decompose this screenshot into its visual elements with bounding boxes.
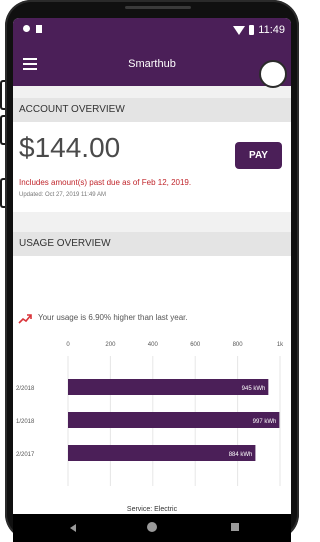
service-label: Service: Electric	[126, 506, 178, 513]
recent-apps-icon[interactable]	[231, 523, 239, 531]
trend-up-icon	[18, 314, 32, 324]
usage-card: Your usage is 6.90% higher than last yea…	[13, 256, 291, 514]
category-label: 1/2018	[16, 419, 35, 425]
x-tick-label: 1k	[277, 342, 284, 348]
home-icon[interactable]	[147, 522, 157, 532]
phone-speaker	[125, 6, 191, 9]
notification-dot-icon	[23, 25, 30, 32]
screen: 11:49 Smarthub ACCOUNT OVERVIEW $144.00 …	[13, 18, 291, 514]
x-tick-label: 800	[233, 342, 244, 348]
app-bar: Smarthub	[13, 44, 291, 88]
status-icons-left	[23, 25, 42, 33]
category-label: 2/2018	[16, 386, 35, 392]
x-tick-label: 200	[105, 342, 116, 348]
usage-chart: 0 200 400 600 800 1k 2/2018 945 kWh 1/2018 997 kW…	[16, 342, 284, 486]
bar-value-label: 945 kWh	[242, 386, 266, 392]
x-tick-label: 600	[190, 342, 201, 348]
back-icon[interactable]	[70, 524, 76, 532]
bar	[68, 379, 269, 395]
updated-timestamp: Updated: Oct 27, 2019 11:49 AM	[19, 192, 106, 198]
balance-amount: $144.00	[19, 132, 121, 163]
battery-icon	[249, 25, 255, 35]
system-nav-bar	[13, 514, 291, 542]
status-time: 11:49	[258, 24, 285, 36]
sim-icon	[36, 25, 42, 33]
x-tick-label: 400	[148, 342, 159, 348]
bar	[68, 445, 256, 461]
status-bar: 11:49	[13, 18, 291, 44]
bar-value-label: 997 kWh	[253, 419, 277, 425]
usage-comparison-text: Your usage is 6.90% higher than last yea…	[38, 313, 188, 322]
bar-value-label: 884 kWh	[229, 452, 253, 458]
category-label: 2/2017	[16, 452, 35, 458]
status-icons-right: 11:49	[233, 24, 285, 36]
app-title: Smarthub	[128, 58, 176, 70]
pay-button[interactable]: PAY	[235, 142, 282, 169]
x-tick-label: 0	[66, 342, 70, 348]
usage-overview-header: USAGE OVERVIEW	[13, 232, 291, 256]
bar	[68, 412, 280, 428]
account-overview-header: ACCOUNT OVERVIEW	[13, 98, 291, 122]
account-card: $144.00 PAY Includes amount(s) past due …	[13, 122, 291, 212]
wifi-icon	[233, 25, 246, 35]
past-due-notice: Includes amount(s) past due as of Feb 12…	[19, 178, 192, 187]
avatar[interactable]	[259, 60, 287, 88]
